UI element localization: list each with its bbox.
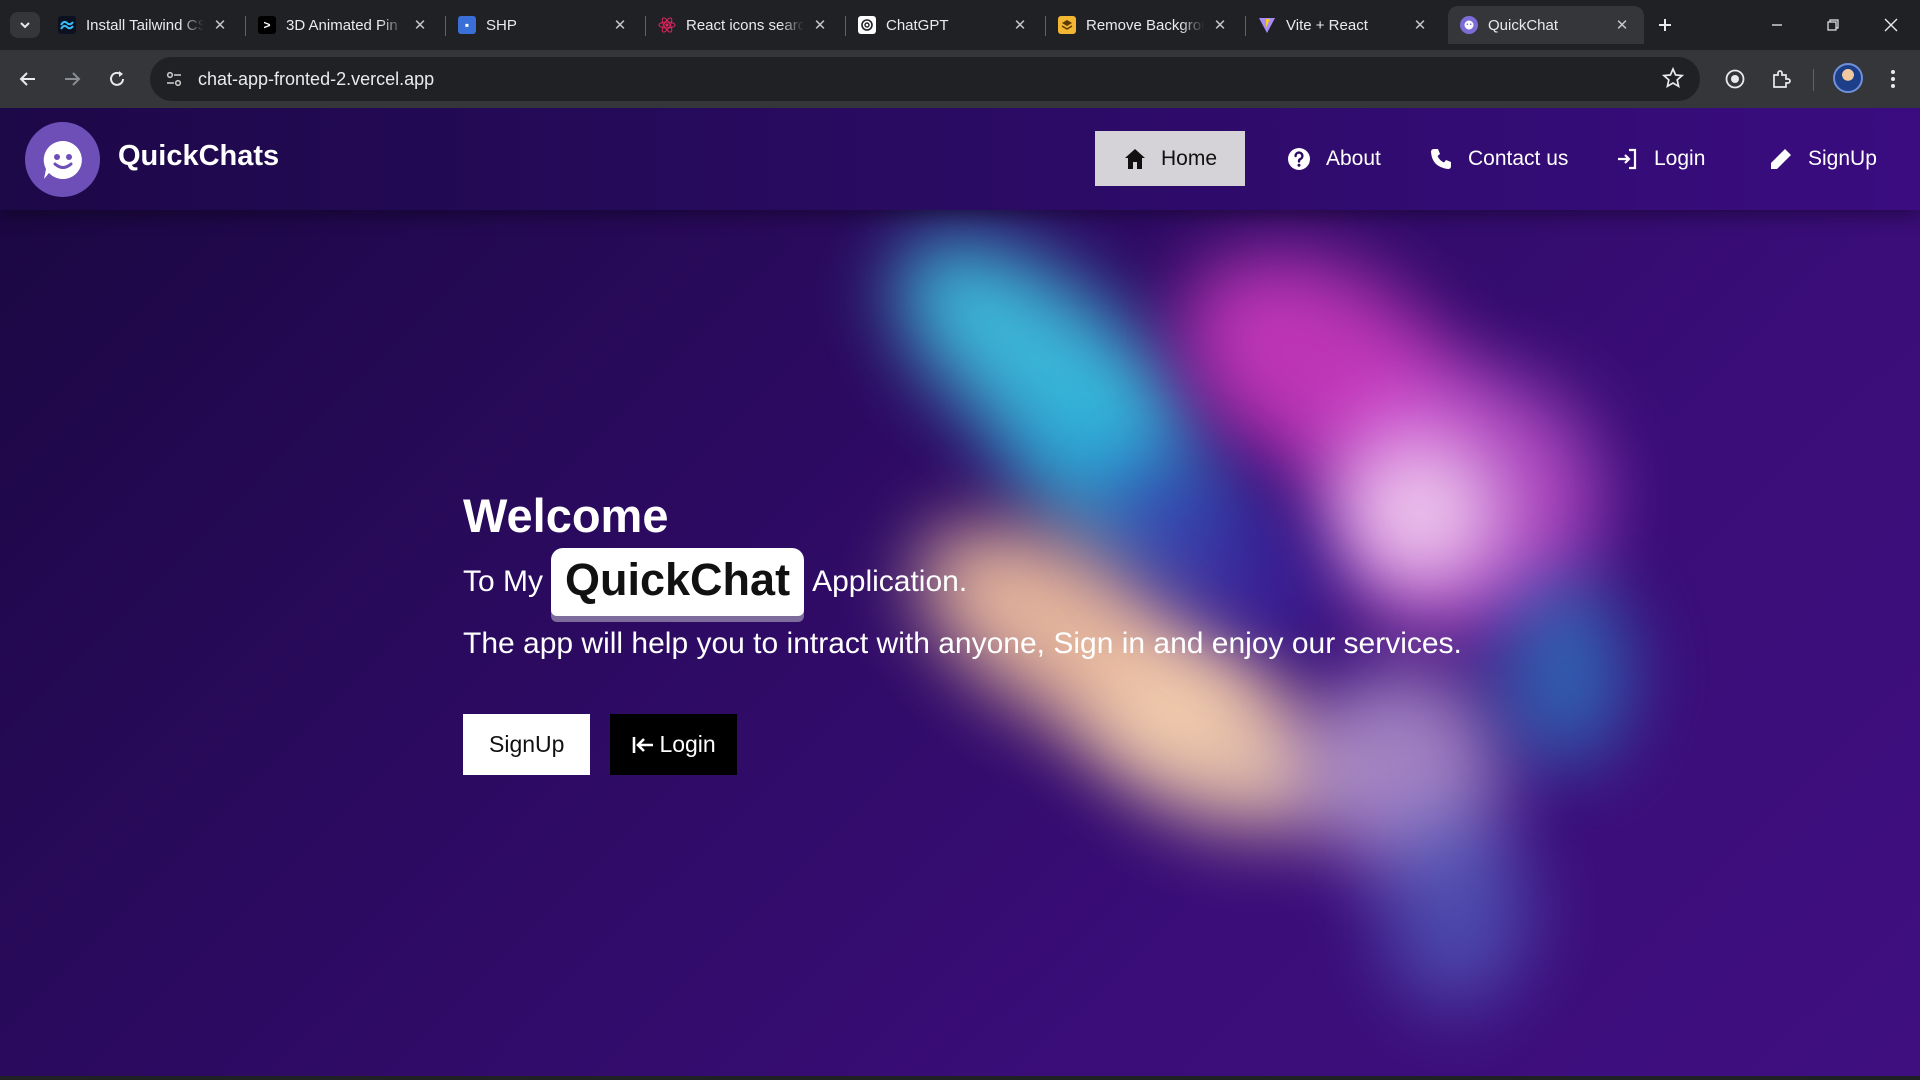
kebab-menu-icon: [1891, 70, 1895, 88]
minimize-button[interactable]: [1754, 8, 1800, 42]
quickchat-logo[interactable]: [25, 122, 100, 197]
nav-home[interactable]: Home: [1095, 131, 1245, 186]
browser-tab[interactable]: ▪ SHP ✕: [446, 6, 642, 44]
new-tab-button[interactable]: [1652, 12, 1678, 38]
remove-bg-icon: [1058, 16, 1076, 34]
reload-button[interactable]: [101, 63, 133, 95]
hero-section: Welcome To My QuickChat Application. The…: [463, 488, 1462, 775]
tab-title: Remove Background: [1086, 16, 1204, 34]
close-icon[interactable]: ✕: [1010, 15, 1030, 35]
nav-about[interactable]: About: [1286, 131, 1381, 186]
tab-title: 3D Animated Pin: [286, 16, 398, 34]
site-header: QuickChats Home About Contact us Login S…: [0, 108, 1920, 210]
hero-signup-button[interactable]: SignUp: [463, 714, 591, 775]
quickchat-icon: [1460, 16, 1478, 34]
close-icon[interactable]: ✕: [1410, 15, 1430, 35]
login-icon: [1614, 146, 1640, 172]
profile-avatar[interactable]: [1833, 63, 1863, 93]
nav-login[interactable]: Login: [1614, 131, 1705, 186]
home-icon: [1123, 146, 1147, 172]
bookmark-star-icon[interactable]: [1661, 66, 1685, 94]
browser-tab-strip: Install Tailwind CSS ✕ > 3D Animated Pin…: [0, 0, 1920, 50]
site-settings-icon[interactable]: [156, 61, 192, 97]
url-text[interactable]: chat-app-fronted-2.vercel.app: [198, 69, 434, 90]
browser-tab[interactable]: > 3D Animated Pin ✕: [246, 6, 442, 44]
tab-title: Install Tailwind CSS: [86, 16, 204, 34]
close-icon[interactable]: ✕: [1210, 15, 1230, 35]
question-circle-icon: [1286, 146, 1312, 172]
minimize-icon: [1772, 24, 1782, 26]
hero-description: The app will help you to intract with an…: [463, 627, 1462, 660]
hero-signup-label: SignUp: [489, 731, 565, 757]
hero-login-label: Login: [659, 731, 716, 757]
reload-icon: [110, 71, 124, 86]
close-icon[interactable]: ✕: [810, 15, 830, 35]
hero-subtitle-prefix: To My: [463, 565, 544, 598]
nav-contact-label: Contact us: [1468, 146, 1569, 170]
arrow-to-left-icon: [631, 734, 655, 756]
restore-button[interactable]: [1810, 8, 1856, 42]
puzzle-icon: [1773, 70, 1791, 88]
chevron-down-icon: [20, 22, 30, 29]
hero-actions: SignUp Login: [463, 714, 1462, 775]
nav-signup[interactable]: SignUp: [1768, 131, 1877, 186]
close-icon: [1884, 18, 1898, 32]
phone-icon: [1428, 146, 1454, 172]
tab-title: ChatGPT: [886, 16, 949, 34]
browser-tab-active[interactable]: QuickChat ✕: [1448, 6, 1644, 44]
address-bar[interactable]: chat-app-fronted-2.vercel.app: [150, 57, 1700, 101]
browser-menu-button[interactable]: [1877, 63, 1909, 95]
smiley-chat-icon: [43, 140, 82, 179]
browser-tab[interactable]: Vite + React ✕: [1246, 6, 1442, 44]
close-icon[interactable]: ✕: [410, 15, 430, 35]
nav-about-label: About: [1326, 146, 1381, 170]
hero-subtitle-suffix: Application.: [812, 565, 968, 598]
close-icon[interactable]: ✕: [610, 15, 630, 35]
chevron-right-icon: >: [258, 16, 276, 34]
browser-tab[interactable]: Install Tailwind CSS ✕: [46, 6, 242, 44]
tab-title: QuickChat: [1488, 16, 1559, 34]
extension-button[interactable]: [1719, 63, 1751, 95]
tab-title: SHP: [486, 16, 517, 34]
vite-icon: [1258, 16, 1276, 34]
nav-home-label: Home: [1161, 146, 1218, 170]
hero-title: Welcome: [463, 489, 669, 542]
hero-login-button[interactable]: Login: [610, 714, 737, 775]
browser-tab[interactable]: ChatGPT ✕: [846, 6, 1042, 44]
browser-toolbar: chat-app-fronted-2.vercel.app: [0, 50, 1920, 108]
forward-button[interactable]: [56, 63, 88, 95]
tailwind-icon: [58, 16, 76, 34]
page-viewport: QuickChats Home About Contact us Login S…: [0, 108, 1920, 1076]
profile-card-icon: ▪: [458, 16, 476, 34]
pencil-icon: [1768, 146, 1794, 172]
browser-tab[interactable]: React icons search ✕: [646, 6, 842, 44]
hero-subtitle: To My QuickChat Application.: [463, 548, 1462, 616]
close-window-button[interactable]: [1868, 8, 1914, 42]
tab-title: Vite + React: [1286, 16, 1368, 34]
restore-icon: [1827, 19, 1839, 31]
nav-signup-label: SignUp: [1808, 146, 1877, 170]
react-icon: [658, 16, 676, 34]
record-icon: [1725, 69, 1745, 89]
tab-title: React icons search: [686, 16, 804, 34]
plus-icon: [1659, 19, 1671, 31]
tab-search-button[interactable]: [10, 12, 40, 38]
hero-brand-chip: QuickChat: [551, 548, 805, 616]
nav-contact[interactable]: Contact us: [1428, 131, 1568, 186]
nav-login-label: Login: [1654, 146, 1706, 170]
close-icon[interactable]: ✕: [210, 15, 230, 35]
back-button[interactable]: [12, 63, 44, 95]
arrow-right-icon: [65, 72, 81, 86]
toolbar-divider: [1813, 69, 1814, 91]
browser-tab[interactable]: Remove Background ✕: [1046, 6, 1242, 44]
arrow-left-icon: [19, 72, 35, 86]
openai-icon: [858, 16, 876, 34]
close-icon[interactable]: ✕: [1612, 15, 1632, 35]
extensions-button[interactable]: [1765, 63, 1797, 95]
brand-name[interactable]: QuickChats: [118, 140, 279, 173]
